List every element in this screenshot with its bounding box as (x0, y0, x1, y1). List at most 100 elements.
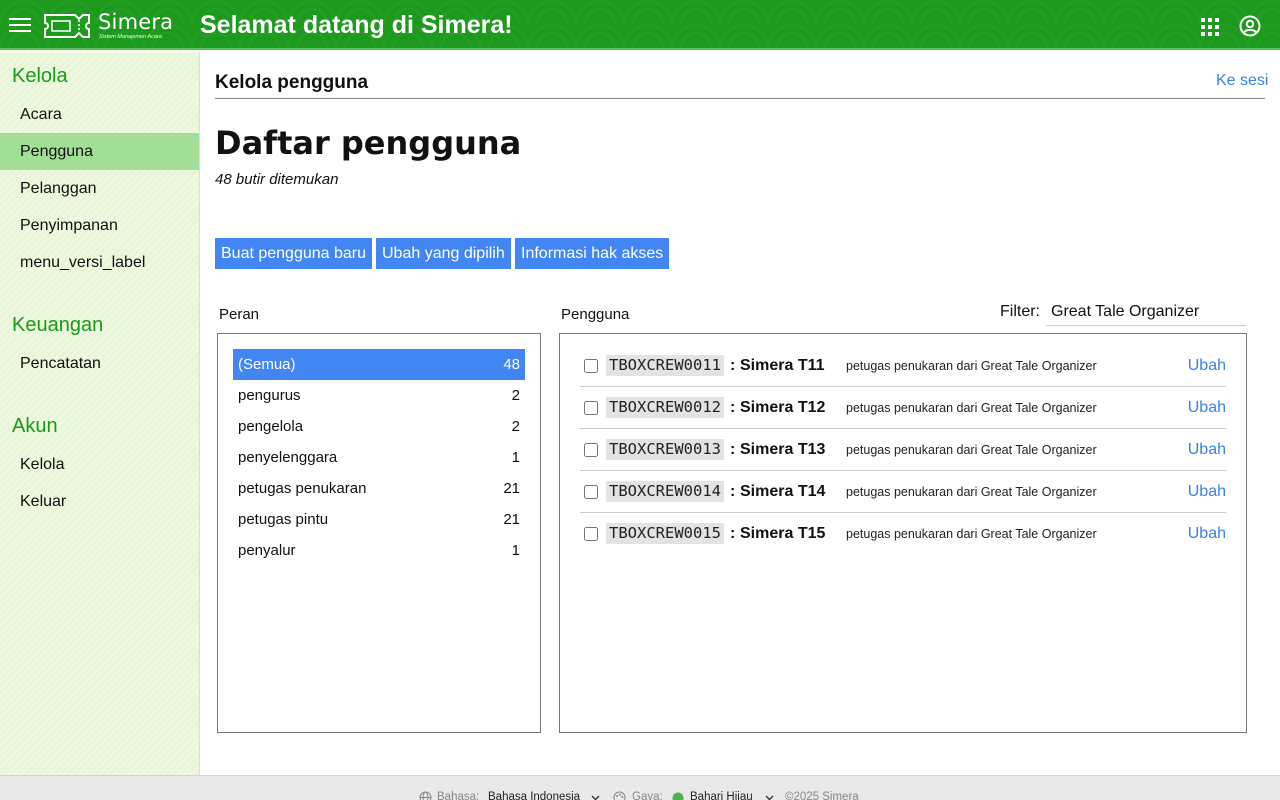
user-id: TBOXCREW0015 (606, 523, 724, 544)
filter-label: Filter: (1000, 303, 1040, 320)
chevron-down-icon (591, 795, 600, 800)
role-item-penyalur[interactable]: penyalur 1 (233, 535, 525, 566)
logo-tagline: Sistem Manajemen Acara (99, 34, 162, 40)
logo-text: Simera (98, 10, 174, 34)
user-select-checkbox[interactable] (584, 527, 598, 541)
sidebar-group-keuangan: Keuangan (12, 314, 104, 336)
access-info-button[interactable]: Informasi hak akses (515, 238, 670, 269)
sidebar-item-keluar[interactable]: Keluar (0, 483, 199, 520)
ticket-logo-icon (44, 14, 90, 38)
role-name: penyalur (238, 542, 296, 559)
section-title: Kelola pengguna (215, 72, 369, 93)
section-divider (215, 98, 1265, 99)
user-select-checkbox[interactable] (584, 443, 598, 457)
language-label: Bahasa: (437, 791, 480, 800)
sidebar-item-pencatatan[interactable]: Pencatatan (0, 345, 199, 382)
role-name: petugas pintu (238, 511, 329, 528)
user-name: Simera T14 (740, 483, 826, 500)
sidebar-item-pelanggan[interactable]: Pelanggan (0, 170, 199, 207)
user-row: TBOXCREW0015 : Simera T15 petugas penuka… (580, 513, 1226, 555)
separator: : (730, 357, 736, 374)
role-count: 21 (503, 480, 520, 497)
chevron-down-icon (765, 795, 774, 800)
edit-user-link[interactable]: Ubah (1188, 439, 1226, 460)
sidebar-group-akun: Akun (12, 415, 58, 437)
language-select[interactable]: Bahasa Indonesia (488, 791, 580, 800)
create-user-button[interactable]: Buat pengguna baru (215, 238, 373, 269)
role-count: 1 (511, 542, 520, 559)
sidebar-item-kelola-akun[interactable]: Kelola (0, 446, 199, 483)
role-name: penyelenggara (238, 449, 338, 466)
separator: : (730, 483, 736, 500)
role-name: pengurus (238, 387, 301, 404)
sidebar-item-acara[interactable]: Acara (0, 96, 199, 133)
to-session-link[interactable]: Ke sesi (1216, 72, 1268, 90)
menu-icon[interactable] (9, 15, 31, 35)
user-description: petugas penukaran dari Great Tale Organi… (846, 401, 1097, 415)
page-title: Daftar pengguna (215, 124, 522, 162)
role-name: (Semua) (238, 356, 296, 373)
user-description: petugas penukaran dari Great Tale Organi… (846, 359, 1097, 373)
app-title: Selamat datang di Simera! (200, 11, 513, 39)
role-item-petugas-penukaran[interactable]: petugas penukaran 21 (233, 473, 525, 504)
copyright: ©2025 Simera (785, 791, 859, 800)
user-name: Simera T15 (740, 525, 826, 542)
role-item-pengurus[interactable]: pengurus 2 (233, 380, 525, 411)
role-name: petugas penukaran (238, 480, 367, 497)
user-description: petugas penukaran dari Great Tale Organi… (846, 527, 1097, 541)
user-id: TBOXCREW0014 (606, 481, 724, 502)
user-select-checkbox[interactable] (584, 401, 598, 415)
sidebar-group-kelola: Kelola (12, 65, 68, 87)
role-name: pengelola (238, 418, 304, 435)
account-circle-icon[interactable] (1239, 15, 1261, 37)
filter-input[interactable] (1046, 298, 1246, 326)
user-row: TBOXCREW0014 : Simera T14 petugas penuka… (580, 471, 1226, 513)
user-row: TBOXCREW0012 : Simera T12 petugas penuka… (580, 387, 1226, 429)
role-count: 1 (511, 449, 520, 466)
user-id: TBOXCREW0012 (606, 397, 724, 418)
user-description: petugas penukaran dari Great Tale Organi… (846, 443, 1097, 457)
sidebar-item-pengguna[interactable]: Pengguna (0, 133, 199, 170)
role-item-all[interactable]: (Semua) 48 (233, 349, 525, 380)
sidebar: Kelola Acara Pengguna Pelanggan Penyimpa… (0, 52, 200, 775)
user-name: Simera T12 (740, 399, 826, 416)
role-item-petugas-pintu[interactable]: petugas pintu 21 (233, 504, 525, 535)
style-select[interactable]: Bahari Hijau (690, 791, 753, 800)
user-name: Simera T13 (740, 441, 826, 458)
user-select-checkbox[interactable] (584, 359, 598, 373)
user-id: TBOXCREW0013 (606, 439, 724, 460)
role-count: 48 (503, 356, 520, 373)
role-item-penyelenggara[interactable]: penyelenggara 1 (233, 442, 525, 473)
user-id: TBOXCREW0011 (606, 355, 724, 376)
palette-icon (613, 791, 626, 800)
sidebar-item-versi[interactable]: menu_versi_label (0, 244, 199, 281)
edit-user-link[interactable]: Ubah (1188, 397, 1226, 418)
role-count: 2 (511, 387, 520, 404)
user-select-checkbox[interactable] (584, 485, 598, 499)
sidebar-item-penyimpanan[interactable]: Penyimpanan (0, 207, 199, 244)
user-description: petugas penukaran dari Great Tale Organi… (846, 485, 1097, 499)
role-count: 21 (503, 511, 520, 528)
separator: : (730, 441, 736, 458)
edit-user-link[interactable]: Ubah (1188, 355, 1226, 376)
edit-user-link[interactable]: Ubah (1188, 481, 1226, 502)
users-label: Pengguna (561, 306, 630, 323)
edit-selected-button[interactable]: Ubah yang dipilih (376, 238, 511, 269)
separator: : (730, 525, 736, 542)
logo[interactable]: Simera Sistem Manajemen Acara (43, 9, 173, 41)
user-row: TBOXCREW0011 : Simera T11 petugas penuka… (580, 345, 1226, 387)
user-name: Simera T11 (740, 357, 825, 374)
role-count: 2 (511, 418, 520, 435)
apps-grid-icon[interactable] (1201, 18, 1219, 36)
green-dot-icon (672, 792, 684, 800)
edit-user-link[interactable]: Ubah (1188, 523, 1226, 544)
result-count: 48 butir ditemukan (215, 171, 339, 188)
users-panel: TBOXCREW0011 : Simera T11 petugas penuka… (559, 333, 1247, 733)
top-app-bar: Simera Sistem Manajemen Acara Selamat da… (0, 0, 1280, 50)
footer: Bahasa: Bahasa Indonesia Gaya: Bahari Hi… (0, 775, 1280, 800)
role-item-pengelola[interactable]: pengelola 2 (233, 411, 525, 442)
style-label: Gaya: (632, 791, 663, 800)
roles-label: Peran (219, 306, 260, 323)
user-row: TBOXCREW0013 : Simera T13 petugas penuka… (580, 429, 1226, 471)
roles-panel: (Semua) 48 pengurus 2 pengelola 2 penyeleng… (217, 333, 541, 733)
